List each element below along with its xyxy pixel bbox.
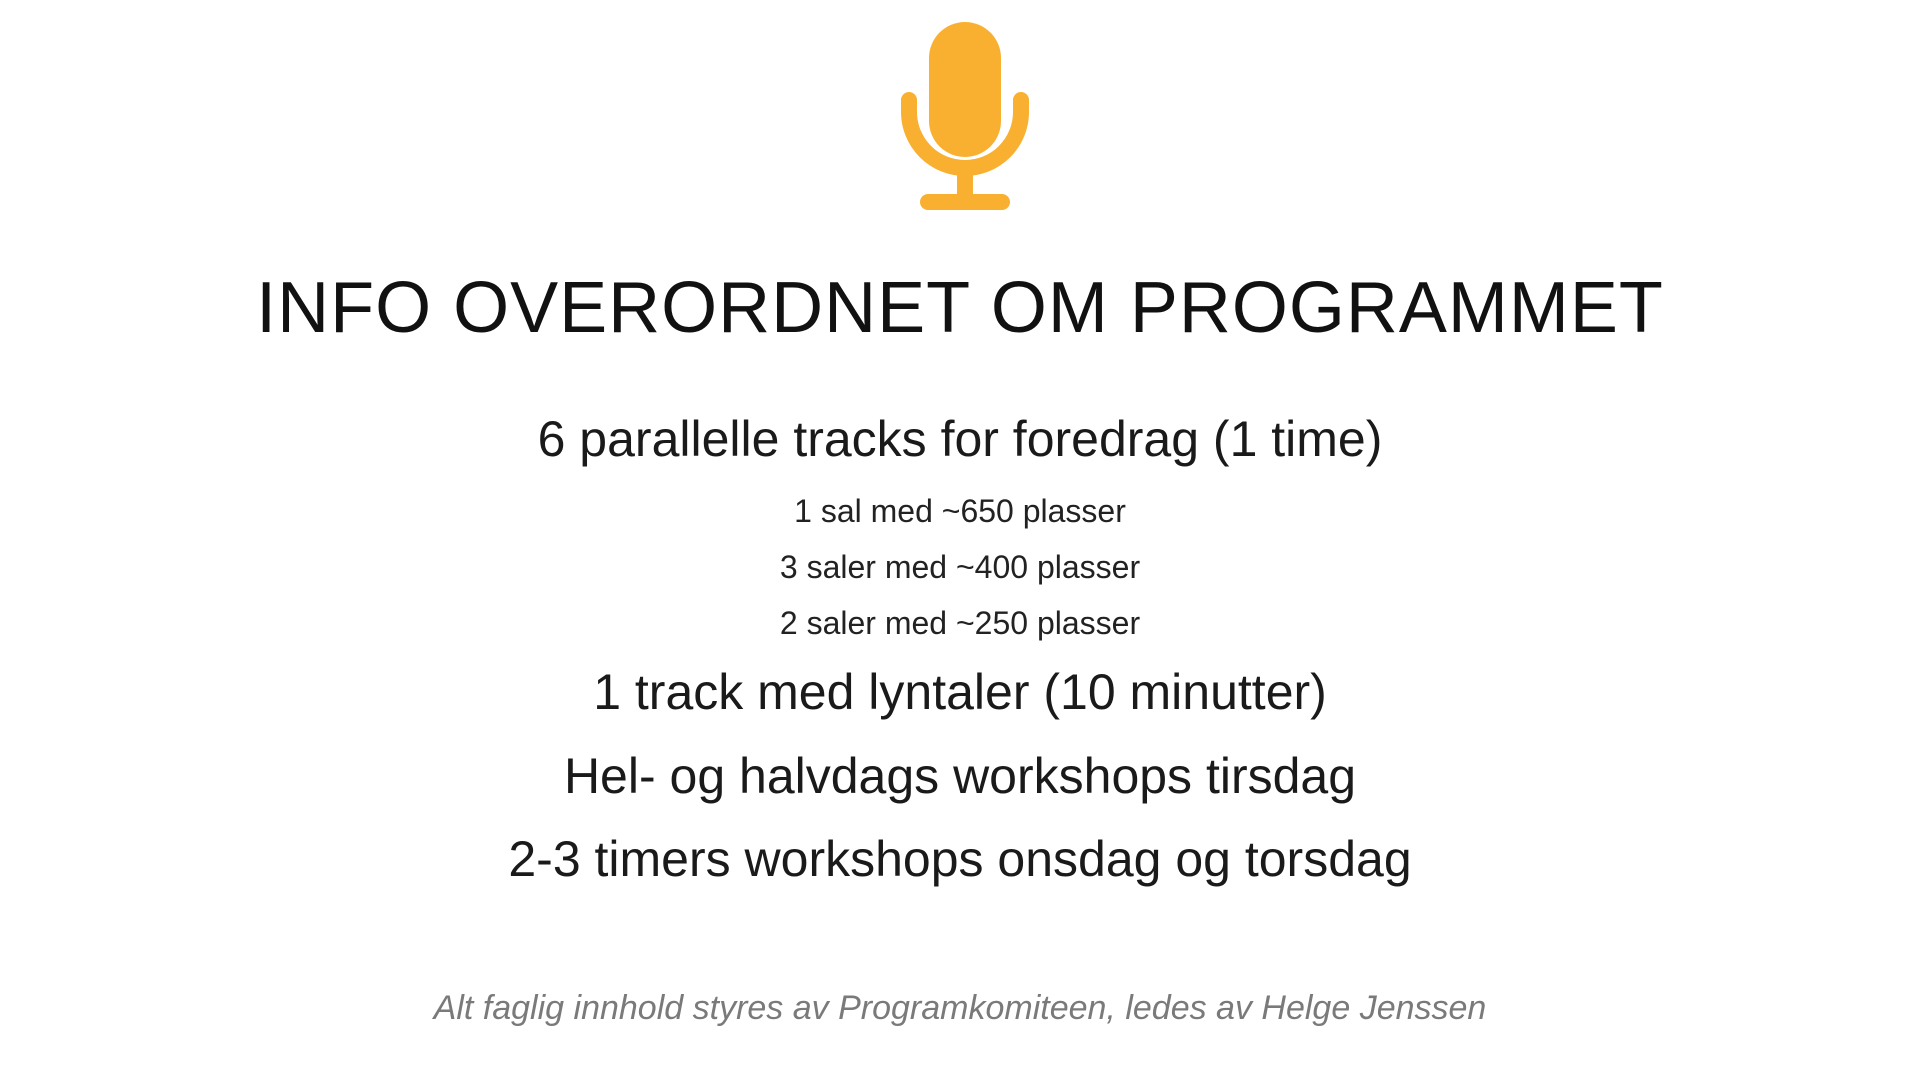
page-title: INFO OVERORDNET OM PROGRAMMET — [256, 268, 1664, 348]
list-item: 1 sal med ~650 plasser — [794, 493, 1126, 529]
slide: INFO OVERORDNET OM PROGRAMMET 6 parallel… — [0, 0, 1920, 1080]
list-item: 6 parallelle tracks for foredrag (1 time… — [537, 411, 1383, 467]
list-item: 2 saler med ~250 plasser — [779, 605, 1141, 641]
footer-note: Alt faglig innhold styres av Programkomi… — [433, 989, 1487, 1027]
list-item: 3 saler med ~400 plasser — [779, 549, 1141, 585]
microphone-icon — [901, 22, 1029, 210]
list-item: 1 track med lyntaler (10 minutter) — [593, 664, 1327, 720]
list-item: 2-3 timers workshops onsdag og torsdag — [508, 831, 1412, 887]
list-item: Hel- og halvdags workshops tirsdag — [563, 748, 1357, 804]
